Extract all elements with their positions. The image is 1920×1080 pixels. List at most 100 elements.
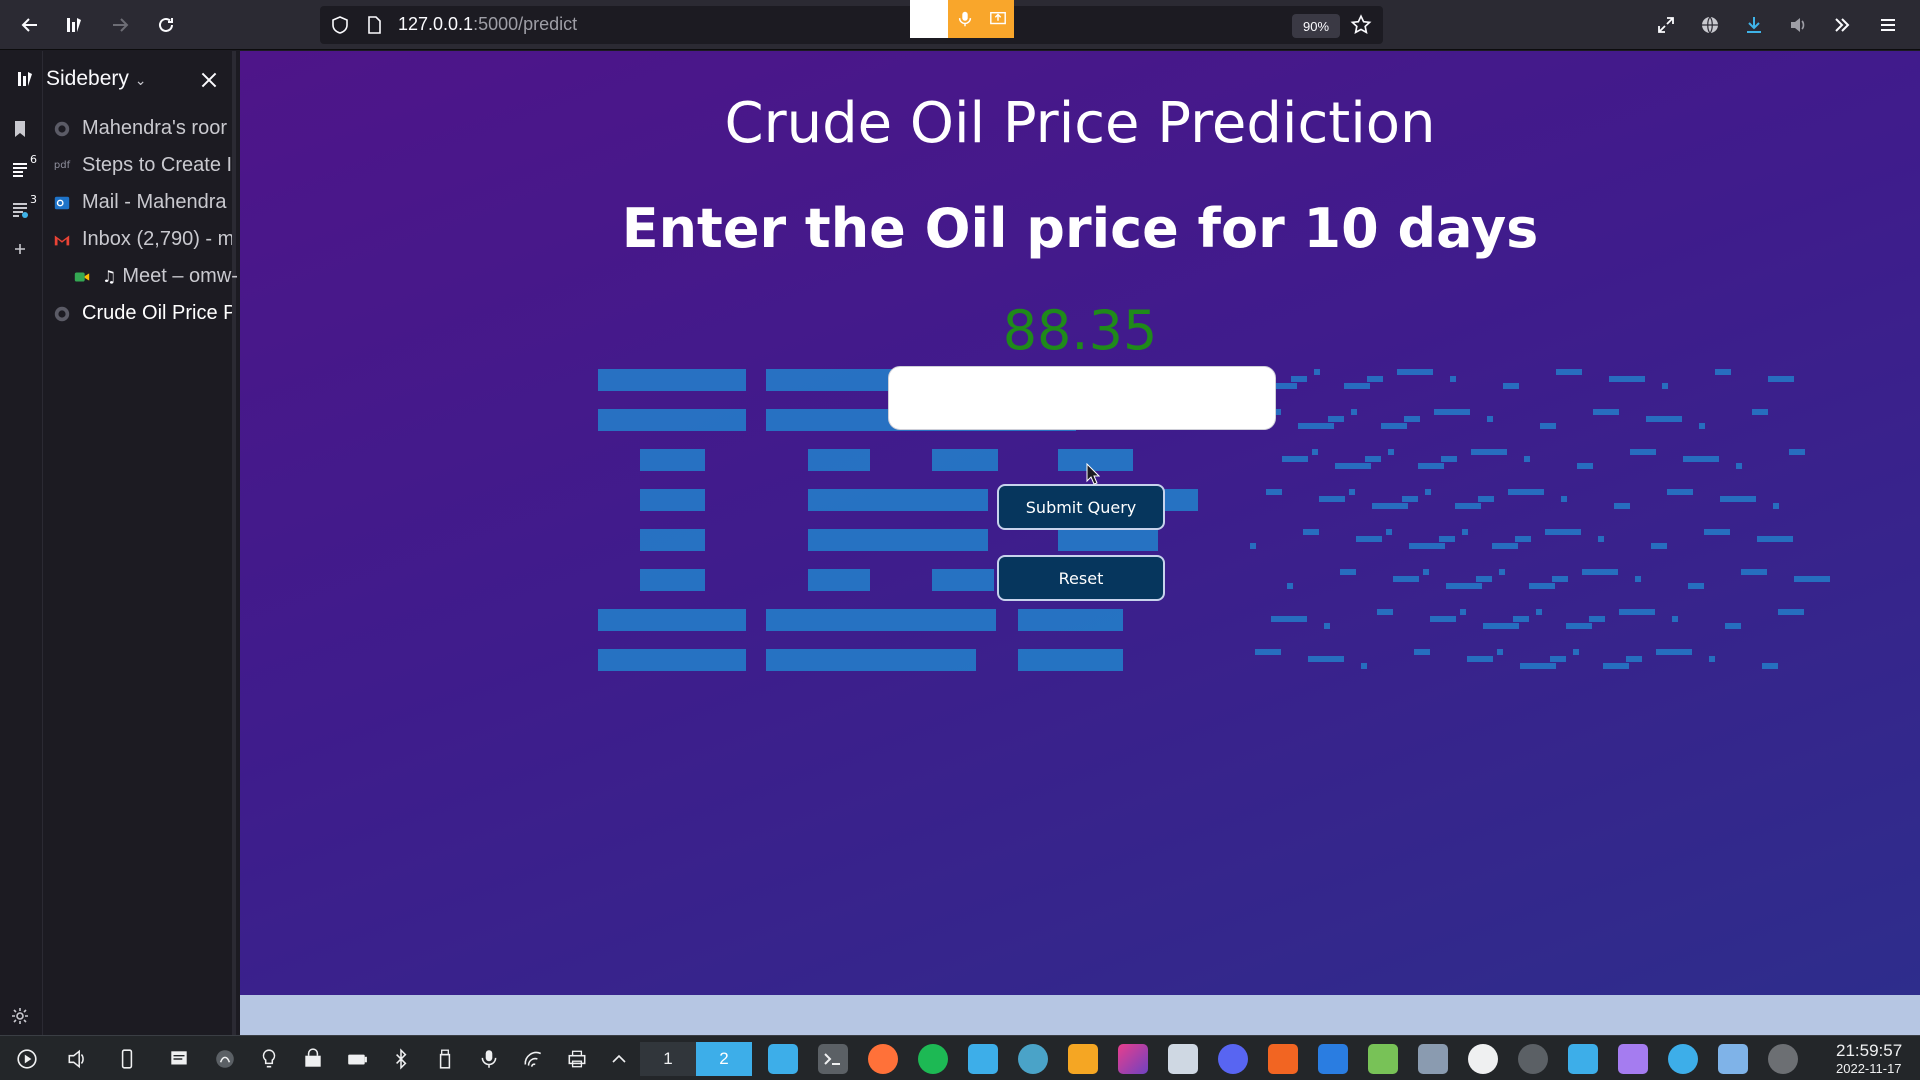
ibm-logo-stripe <box>1018 649 1123 671</box>
page-info-icon[interactable] <box>364 15 384 35</box>
ibm-logo-pixel <box>1487 416 1493 422</box>
sidebar-tab-item[interactable]: Inbox (2,790) - m <box>44 221 232 258</box>
mixer-icon[interactable] <box>968 1044 998 1074</box>
lightbulb-icon[interactable] <box>256 1046 282 1072</box>
notes-icon[interactable] <box>166 1046 192 1072</box>
bluetooth-icon[interactable] <box>388 1046 414 1072</box>
clock-date[interactable]: 2022-11-17 <box>1836 1061 1902 1076</box>
sidebar-tab-item-active[interactable]: Crude Oil Price P <box>44 295 232 332</box>
presentation-icon[interactable] <box>1068 1044 1098 1074</box>
overflow-menu-button[interactable] <box>1826 9 1858 41</box>
mail-client-icon[interactable] <box>1718 1044 1748 1074</box>
ibm-logo-pixel <box>1287 583 1293 589</box>
terminal-icon[interactable] <box>818 1044 848 1074</box>
settings-app-icon[interactable] <box>1768 1044 1798 1074</box>
kde-connect-icon[interactable] <box>212 1046 238 1072</box>
app-menu-button[interactable] <box>1872 9 1904 41</box>
sidebar-tab-item[interactable]: Mail - Mahendra <box>44 184 232 221</box>
text-editor-icon[interactable] <box>1618 1044 1648 1074</box>
ibm-logo-pixel <box>1794 576 1830 582</box>
ibm-logo-pixel <box>1365 456 1381 462</box>
document-viewer-icon[interactable] <box>1168 1044 1198 1074</box>
clock-time[interactable]: 21:59:57 <box>1836 1041 1902 1061</box>
ibm-logo-pixel <box>1577 463 1593 469</box>
image-editor-icon[interactable] <box>1118 1044 1148 1074</box>
ibm-logo-stripe <box>808 569 870 591</box>
ibm-logo-pixel <box>1250 543 1256 549</box>
close-icon[interactable] <box>198 69 220 91</box>
forward-button[interactable] <box>104 9 136 41</box>
add-panel-button[interactable] <box>10 239 34 263</box>
bookmark-star-icon[interactable] <box>1350 14 1372 36</box>
virtual-desktop-2[interactable]: 2 <box>696 1042 752 1076</box>
ibm-logo-pixel <box>1492 543 1518 549</box>
downloads-button[interactable] <box>1738 9 1770 41</box>
submit-query-button[interactable]: Submit Query <box>997 484 1165 530</box>
ibm-logo-pixel <box>1635 576 1641 582</box>
ibm-logo-stripe <box>808 529 988 551</box>
virtualbox-icon[interactable] <box>1318 1044 1348 1074</box>
tray-expand-icon[interactable] <box>606 1046 632 1072</box>
ibm-logo-pixel <box>1762 663 1778 669</box>
screen-manager-icon[interactable] <box>1418 1044 1448 1074</box>
vscodium-icon[interactable] <box>1018 1044 1048 1074</box>
ibm-logo-pixel <box>1409 543 1445 549</box>
phone-icon[interactable] <box>114 1046 140 1072</box>
reload-button[interactable] <box>150 9 182 41</box>
address-bar[interactable]: 127.0.0.1:5000/predict 90% <box>320 0 1383 44</box>
firefox-icon[interactable] <box>868 1044 898 1074</box>
sharing-indicator[interactable] <box>910 0 1014 38</box>
microphone-icon[interactable] <box>476 1046 502 1072</box>
reset-button[interactable]: Reset <box>997 555 1165 601</box>
ibm-logo-pixel <box>1540 423 1556 429</box>
vault-icon[interactable] <box>300 1046 326 1072</box>
ibm-logo-pixel <box>1381 423 1407 429</box>
fullscreen-button[interactable] <box>1650 9 1682 41</box>
ibm-logo-pixel <box>1430 616 1456 622</box>
ibm-logo-pixel <box>1619 609 1655 615</box>
tabs-panel-button[interactable]: 6 <box>10 153 37 183</box>
ibm-logo-pixel <box>1450 376 1456 382</box>
sidebar-title[interactable]: Sidebery ⌄ <box>46 67 146 91</box>
ibm-logo-pixel <box>1340 569 1356 575</box>
ibm-logo-pixel <box>1483 623 1519 629</box>
printer-icon[interactable] <box>564 1046 590 1072</box>
downloader-icon[interactable] <box>1668 1044 1698 1074</box>
sidebar-tab-item[interactable]: ♫ Meet – omw- <box>64 258 252 295</box>
media-play-icon[interactable] <box>14 1046 40 1072</box>
kde-connect-app-icon[interactable] <box>1518 1044 1548 1074</box>
file-manager-icon[interactable] <box>768 1044 798 1074</box>
volume-icon[interactable] <box>64 1046 90 1072</box>
ibm-logo-stripe <box>808 489 988 511</box>
tracking-shield-icon[interactable] <box>330 15 350 35</box>
usb-drive-icon[interactable] <box>432 1046 458 1072</box>
zoom-level-badge[interactable]: 90% <box>1292 14 1340 38</box>
audio-button[interactable] <box>1782 9 1814 41</box>
ibm-logo-pixel <box>1715 369 1731 375</box>
ibm-logo-pixel <box>1303 529 1319 535</box>
spotify-icon[interactable] <box>918 1044 948 1074</box>
oil-price-input[interactable] <box>888 366 1276 430</box>
battery-icon[interactable] <box>344 1046 370 1072</box>
second-tabs-panel-button[interactable]: 3 <box>10 193 37 223</box>
ibm-logo-stripe <box>766 609 996 631</box>
sidebar-tab-item[interactable]: Mahendra's roor <box>44 110 232 147</box>
sidebar-tab-item[interactable]: pdf Steps to Create I <box>44 147 232 184</box>
android-studio-icon[interactable] <box>1368 1044 1398 1074</box>
ibm-logo-pixel <box>1552 576 1568 582</box>
translate-button[interactable] <box>1694 9 1726 41</box>
virtual-desktop-1[interactable]: 1 <box>640 1042 696 1076</box>
rss-reader-icon[interactable] <box>1268 1044 1298 1074</box>
sidebery-toggle-button[interactable] <box>58 9 90 41</box>
ibm-logo-pixel <box>1271 616 1307 622</box>
back-button[interactable] <box>14 9 46 41</box>
download-manager-icon[interactable] <box>1568 1044 1598 1074</box>
ibm-logo-stripe <box>932 569 994 591</box>
url-text[interactable]: 127.0.0.1:5000/predict <box>398 14 577 35</box>
bookmarks-panel-button[interactable] <box>10 119 34 143</box>
obs-icon[interactable] <box>1468 1044 1498 1074</box>
wifi-icon[interactable] <box>520 1046 546 1072</box>
settings-gear-icon[interactable] <box>10 1006 30 1026</box>
discord-icon[interactable] <box>1218 1044 1248 1074</box>
ibm-logo-pixel <box>1667 489 1693 495</box>
